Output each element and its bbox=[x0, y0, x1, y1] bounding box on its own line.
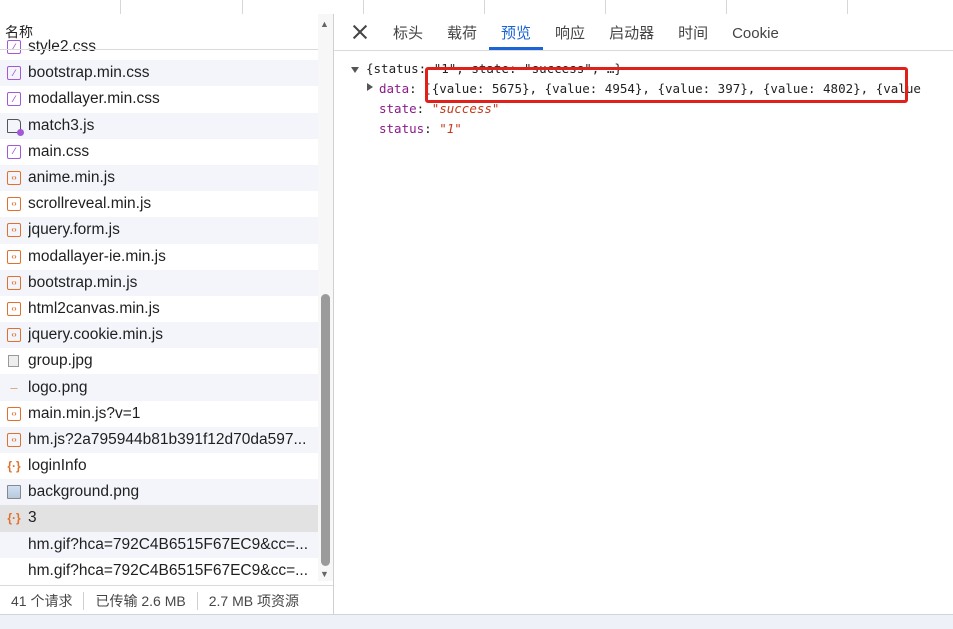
script-file-icon: ‹› bbox=[7, 171, 21, 186]
request-row[interactable]: hm.gif?hca=792C4B6515F67EC9&cc=... bbox=[0, 558, 318, 581]
image-file-icon bbox=[7, 485, 21, 500]
request-name: scrollreveal.min.js bbox=[28, 195, 152, 213]
request-name: hm.gif?hca=792C4B6515F67EC9&cc=... bbox=[28, 535, 309, 553]
json-key-data: data bbox=[379, 81, 410, 96]
scrollbar-thumb[interactable] bbox=[321, 294, 330, 566]
script-file-icon: ‹› bbox=[7, 197, 21, 212]
json-status-row: status: "1" bbox=[379, 121, 462, 136]
tab-preview[interactable]: 预览 bbox=[489, 14, 544, 50]
json-status-value: "1" bbox=[439, 121, 462, 136]
image-file-icon: – bbox=[10, 380, 18, 396]
request-name: main.css bbox=[28, 142, 90, 160]
timeline-tick bbox=[605, 0, 606, 14]
request-name: group.jpg bbox=[28, 352, 93, 370]
close-icon[interactable] bbox=[351, 23, 369, 41]
request-name: main.min.js?v=1 bbox=[28, 404, 141, 422]
request-row[interactable]: ‹› jquery.cookie.min.js bbox=[0, 322, 318, 349]
request-name: background.png bbox=[28, 483, 140, 501]
tab-timing[interactable]: 时间 bbox=[666, 14, 720, 50]
timeline-tick bbox=[363, 0, 364, 14]
name-column-header[interactable]: 名称 bbox=[0, 14, 318, 50]
request-row[interactable]: ‹› jquery.form.js bbox=[0, 217, 318, 244]
request-name: logo.png bbox=[28, 378, 88, 396]
request-row[interactable]: group.jpg bbox=[0, 348, 318, 374]
request-name: match3.js bbox=[28, 116, 95, 134]
request-count: 41 个请求 bbox=[11, 592, 73, 609]
tab-response[interactable]: 响应 bbox=[543, 14, 597, 50]
expand-triangle-icon[interactable] bbox=[351, 67, 359, 73]
request-name: modallayer.min.css bbox=[28, 90, 160, 108]
request-row[interactable]: {·} 3 bbox=[0, 505, 318, 532]
request-row[interactable]: match3.js bbox=[0, 112, 318, 139]
timeline-tick bbox=[120, 0, 121, 14]
timeline-tick bbox=[242, 0, 243, 14]
script-file-icon: ‹› bbox=[7, 275, 21, 290]
request-name: html2canvas.min.js bbox=[28, 299, 160, 317]
timeline-tick bbox=[847, 0, 848, 14]
badge-dot-icon bbox=[17, 128, 24, 136]
request-row[interactable]: {·} loginInfo bbox=[0, 453, 318, 479]
tab-payload[interactable]: 载荷 bbox=[435, 14, 489, 50]
request-list: ⁄ style2.css ⁄ bootstrap.min.css ⁄ modallayer… bbox=[0, 34, 318, 581]
script-file-icon: ‹› bbox=[7, 406, 21, 421]
request-name: 3 bbox=[28, 509, 37, 527]
request-list-pane: ⁄ style2.css ⁄ bootstrap.min.css ⁄ modallayer… bbox=[0, 14, 333, 614]
request-row[interactable]: ⁄ bootstrap.min.css bbox=[0, 60, 318, 87]
request-row[interactable]: ‹› main.min.js?v=1 bbox=[0, 401, 318, 427]
request-row[interactable]: hm.gif?hca=792C4B6515F67EC9&cc=... bbox=[0, 531, 318, 558]
request-row[interactable]: ‹› html2canvas.min.js bbox=[0, 296, 318, 322]
timeline-tick bbox=[484, 0, 485, 14]
request-row[interactable]: ‹› anime.min.js bbox=[0, 164, 318, 192]
request-name: loginInfo bbox=[28, 457, 87, 475]
bottom-drawer-edge bbox=[0, 614, 953, 629]
request-name: jquery.form.js bbox=[28, 221, 120, 239]
scroll-up-arrow-icon[interactable]: ▲ bbox=[320, 19, 329, 29]
collapse-triangle-icon[interactable] bbox=[367, 83, 373, 91]
script-file-icon: ‹› bbox=[7, 301, 21, 316]
request-row[interactable]: ‹› hm.js?2a795944b81b391f12d70da597... bbox=[0, 426, 318, 453]
script-file-icon: ‹› bbox=[7, 328, 21, 343]
request-row[interactable]: ⁄ modallayer.min.css bbox=[0, 86, 318, 112]
document-file-icon bbox=[7, 118, 24, 136]
css-file-icon: ⁄ bbox=[7, 92, 21, 107]
detail-tabbar: 标头 载荷 预览 响应 启动器 时间 Cookie bbox=[334, 14, 953, 51]
request-name: anime.min.js bbox=[28, 169, 115, 187]
transferred-size: 已传输 2.6 MB bbox=[95, 592, 186, 609]
request-name: bootstrap.min.js bbox=[28, 273, 138, 291]
waterfall-timeline-strip bbox=[0, 0, 953, 14]
script-file-icon: ‹› bbox=[7, 249, 21, 264]
request-name: modallayer-ie.min.js bbox=[28, 247, 166, 265]
request-name: jquery.cookie.min.js bbox=[28, 326, 163, 344]
request-row[interactable]: ‹› scrollreveal.min.js bbox=[0, 191, 318, 217]
scroll-down-arrow-icon[interactable]: ▼ bbox=[320, 569, 329, 579]
image-file-icon bbox=[8, 355, 19, 368]
json-key-state: state bbox=[379, 101, 417, 116]
request-detail-pane: 标头 载荷 预览 响应 启动器 时间 Cookie {status: "1", … bbox=[334, 14, 953, 614]
json-state-value: "success" bbox=[431, 101, 500, 116]
timeline-tick bbox=[726, 0, 727, 14]
request-row[interactable]: – logo.png bbox=[0, 374, 318, 401]
tab-initiator[interactable]: 启动器 bbox=[597, 14, 666, 50]
script-file-icon: ‹› bbox=[7, 223, 21, 238]
fetch-json-icon: {·} bbox=[7, 511, 21, 526]
request-name: hm.gif?hca=792C4B6515F67EC9&cc=... bbox=[28, 561, 309, 579]
request-row[interactable]: background.png bbox=[0, 479, 318, 506]
fetch-json-icon: {·} bbox=[7, 459, 21, 474]
request-name: bootstrap.min.css bbox=[28, 64, 150, 82]
request-name: hm.js?2a795944b81b391f12d70da597... bbox=[28, 430, 307, 448]
script-file-icon: ‹› bbox=[7, 432, 21, 447]
request-row[interactable]: ⁄ main.css bbox=[0, 139, 318, 165]
json-key-status: status bbox=[379, 121, 425, 136]
tab-headers[interactable]: 标头 bbox=[381, 14, 435, 50]
network-status-bar: 41 个请求 已传输 2.6 MB 2.7 MB 项资源 bbox=[0, 585, 333, 615]
css-file-icon: ⁄ bbox=[7, 66, 21, 81]
resources-size: 2.7 MB 项资源 bbox=[208, 592, 299, 609]
css-file-icon: ⁄ bbox=[7, 144, 21, 159]
tab-cookies[interactable]: Cookie bbox=[720, 14, 791, 50]
request-row[interactable]: ‹› bootstrap.min.js bbox=[0, 269, 318, 296]
request-row[interactable]: ‹› modallayer-ie.min.js bbox=[0, 244, 318, 270]
red-annotation-box bbox=[425, 67, 908, 103]
